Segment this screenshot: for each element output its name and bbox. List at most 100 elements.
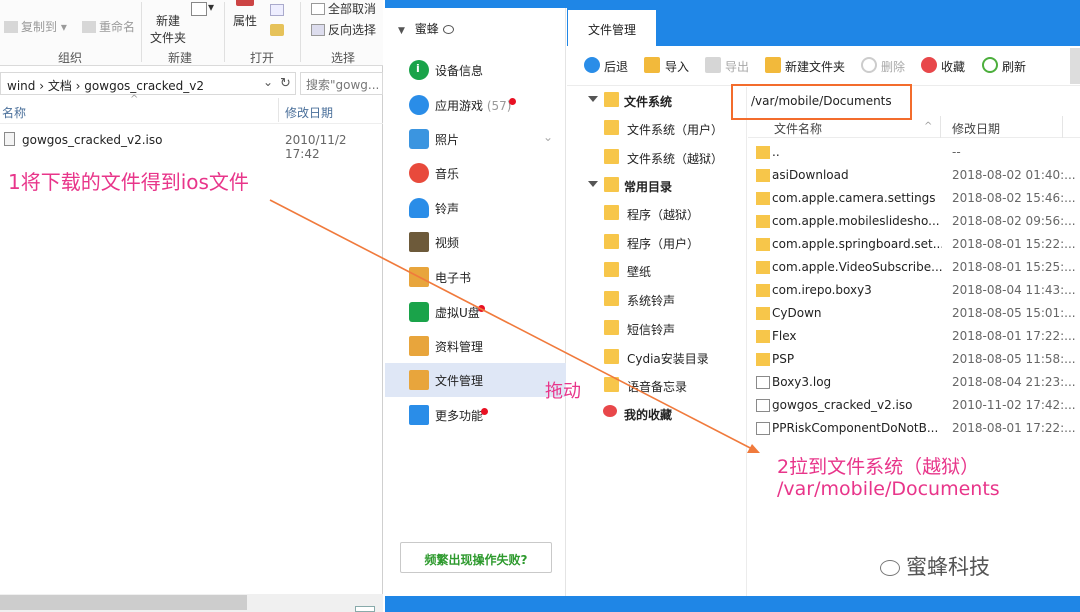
file-row[interactable]: com.apple.mobileslidesho... 2018-08-02 09… (748, 211, 1080, 233)
tree-item-cydia[interactable]: Cydia安装目录 (627, 350, 709, 367)
sidebar-item-music[interactable]: 音乐 (385, 156, 566, 190)
failure-help-button[interactable]: 频繁出现操作失败? (400, 542, 552, 573)
appstore-icon (409, 95, 429, 115)
back-icon (584, 57, 600, 73)
select-none-button[interactable]: 全部取消 (311, 0, 376, 17)
tree-item-apps-jailbreak[interactable]: 程序（越狱） (627, 206, 699, 223)
folder-icon (604, 120, 619, 135)
notification-dot (478, 305, 485, 312)
address-bar[interactable]: wind › 文档 › gowgos_cracked_v2 ⌄ (0, 72, 296, 95)
folder-icon (756, 307, 770, 320)
properties-button[interactable]: 属性 (233, 12, 257, 29)
favorite-button[interactable]: 收藏 (941, 58, 965, 75)
divider (300, 2, 301, 62)
device-selector[interactable]: ▼ 蜜蜂 (398, 20, 454, 37)
view-toggle-icon[interactable] (355, 606, 375, 612)
new-item-icon[interactable] (191, 2, 207, 16)
folder-icon (756, 146, 770, 159)
file-row[interactable]: asiDownload 2018-08-02 01:40:... (748, 165, 1080, 187)
export-button[interactable]: 导出 (725, 58, 749, 75)
sidebar-item-videos[interactable]: 视频 (385, 225, 566, 259)
new-folder-button[interactable]: 新建文件夹 (785, 58, 845, 75)
ribbon-group-organize: 组织 (57, 51, 82, 65)
file-row[interactable]: .. -- (748, 142, 1080, 164)
file-name: com.apple.camera.settings (772, 191, 936, 205)
ribbon-group-new: 新建 (167, 51, 192, 65)
breadcrumb-item[interactable]: 文档 (48, 79, 72, 93)
refresh-icon[interactable]: ↻ (280, 76, 291, 91)
tree-item-system-ringtones[interactable]: 系统铃声 (627, 292, 675, 309)
tree-item-wallpaper[interactable]: 壁纸 (627, 263, 651, 280)
file-row[interactable]: CyDown 2018-08-05 15:01:... (748, 303, 1080, 325)
file-row[interactable]: com.apple.VideoSubscribe... 2018-08-01 15… (748, 257, 1080, 279)
column-date[interactable]: 修改日期 (952, 120, 1000, 137)
file-name: Boxy3.log (772, 375, 832, 389)
sidebar-item-file-management[interactable]: 文件管理 (385, 363, 566, 397)
chevron-down-icon[interactable]: ⌄ (543, 130, 553, 144)
folder-icon (604, 177, 619, 192)
column-name[interactable]: 名称 (2, 104, 26, 121)
search-input[interactable]: 搜索"gowg... (300, 72, 383, 95)
refresh-button[interactable]: 刷新 (1002, 58, 1026, 75)
list-item[interactable]: gowgos_cracked_v2.iso 2010/11/2 17:42 (0, 131, 383, 161)
file-row[interactable]: gowgos_cracked_v2.iso 2010-11-02 17:42:..… (748, 395, 1080, 417)
tree-item-fs-jailbreak[interactable]: 文件系统（越狱） (627, 150, 723, 167)
tree-item-filesystem[interactable]: 文件系统 (624, 93, 672, 110)
tab-file-management[interactable]: 文件管理 (568, 10, 656, 46)
annotation-drag: 拖动 (545, 381, 581, 402)
sidebar-item-ebooks[interactable]: 电子书 (385, 260, 566, 294)
expand-icon[interactable] (588, 96, 598, 102)
sort-up-icon: ^ (130, 94, 139, 105)
invert-selection-button[interactable]: 反向选择 (311, 21, 376, 38)
file-name: com.apple.mobileslidesho... (772, 214, 940, 228)
sidebar-item-more[interactable]: 更多功能 (385, 398, 566, 432)
tree-item-fs-user[interactable]: 文件系统（用户） (627, 121, 723, 138)
copy-icon (4, 21, 18, 33)
tree-item-common[interactable]: 常用目录 (624, 178, 672, 195)
breadcrumb-item[interactable]: wind (7, 79, 35, 93)
rename-button[interactable]: 重命名 (82, 18, 135, 35)
sidebar-item-ringtones[interactable]: 铃声 (385, 191, 566, 225)
back-button[interactable]: 后退 (604, 58, 628, 75)
file-name: PSP (772, 352, 795, 366)
folder-icon (756, 261, 770, 274)
scrollbar-thumb[interactable] (0, 595, 247, 610)
copy-to-button[interactable]: 复制到 ▾ (4, 18, 67, 35)
scrollbar-thumb[interactable] (1070, 48, 1080, 84)
file-row[interactable]: com.apple.springboard.set... 2018-08-01 1… (748, 234, 1080, 256)
tree-item-favorites[interactable]: 我的收藏 (624, 406, 672, 423)
breadcrumb-item[interactable]: gowgos_cracked_v2 (84, 79, 204, 93)
tree-item-sms-ringtones[interactable]: 短信铃声 (627, 321, 675, 338)
sidebar-item-device-info[interactable]: i 设备信息 (385, 53, 566, 87)
new-folder-button[interactable]: 新建 文件夹 (150, 0, 186, 45)
edit-icon[interactable] (270, 4, 284, 16)
file-name: com.irepo.boxy3 (772, 283, 872, 297)
file-row[interactable]: Boxy3.log 2018-08-04 21:23:... (748, 372, 1080, 394)
expand-icon[interactable] (588, 181, 598, 187)
file-date: 2018-08-01 17:22:... (952, 329, 1076, 343)
history-icon[interactable] (270, 24, 284, 36)
sidebar-item-virtual-usb[interactable]: 虚拟U盘 (385, 295, 566, 329)
tree-item-apps-user[interactable]: 程序（用户） (627, 235, 699, 252)
column-date[interactable]: 修改日期 (285, 104, 333, 121)
column-file-name[interactable]: 文件名称 (774, 120, 822, 137)
file-row[interactable]: com.apple.camera.settings 2018-08-02 15:4… (748, 188, 1080, 210)
tree-item-voice-memos[interactable]: 语音备忘录 (627, 378, 687, 395)
chevron-down-icon[interactable]: ⌄ (263, 75, 273, 89)
sidebar-item-photos[interactable]: 照片 ⌄ (385, 122, 566, 156)
delete-button[interactable]: 删除 (881, 58, 905, 75)
file-row[interactable]: PPRiskComponentDoNotB... 2018-08-01 17:22… (748, 418, 1080, 440)
chevron-down-icon: ▾ (208, 0, 215, 14)
sidebar-item-apps[interactable]: 应用游戏 (57) (385, 88, 566, 122)
path-field[interactable]: /var/mobile/Documents (751, 94, 892, 108)
import-button[interactable]: 导入 (665, 58, 689, 75)
export-icon (705, 57, 721, 73)
sidebar-item-data-management[interactable]: 资料管理 (385, 329, 566, 363)
title-bar (385, 0, 1080, 8)
move-to-button-partial[interactable] (2, 0, 62, 6)
file-row[interactable]: PSP 2018-08-05 11:58:... (748, 349, 1080, 371)
file-row[interactable]: com.irepo.boxy3 2018-08-04 11:43:... (748, 280, 1080, 302)
photo-icon (409, 129, 429, 149)
file-row[interactable]: Flex 2018-08-01 17:22:... (748, 326, 1080, 348)
file-icon (756, 376, 770, 389)
